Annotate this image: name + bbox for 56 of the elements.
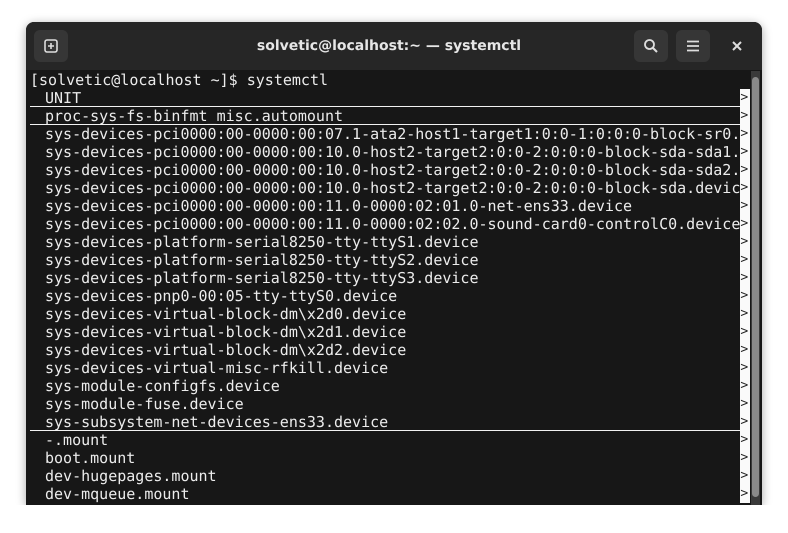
plus-square-icon [43, 38, 59, 54]
new-tab-button[interactable] [34, 30, 68, 62]
truncation-marker: > [740, 449, 750, 467]
truncation-marker: > [740, 143, 750, 161]
menu-button[interactable] [676, 30, 710, 62]
scrollbar-thumb[interactable] [752, 77, 760, 497]
truncation-marker: > [740, 179, 750, 197]
unit-name: sys-devices-pci0000:00-0000:00:07.1-ata2-host1-target1:0:0-1:0:0:0-block-sr0. [45, 125, 740, 143]
unit-name: sys-devices-platform-serial8250-tty-ttyS2.device [45, 251, 478, 269]
menu-icon [686, 40, 700, 52]
truncation-marker: > [740, 305, 750, 323]
truncation-marker: > [740, 251, 750, 269]
truncation-marker: > [740, 215, 750, 233]
window-title: solvetic@localhost:~ — systemctl [256, 38, 522, 54]
unit-name: sys-module-fuse.device [45, 395, 244, 413]
unit-name: -.mount [45, 431, 108, 449]
truncation-marker: > [740, 341, 750, 359]
unit-name: sys-devices-virtual-block-dm\x2d0.device [45, 305, 406, 323]
unit-name: sys-devices-pci0000:00-0000:00:10.0-host2-target2:0:0-2:0:0:0-block-sda-sda2. [45, 161, 740, 179]
truncation-marker: > [740, 89, 750, 107]
unit-name: sys-devices-platform-serial8250-tty-ttyS3.device [45, 269, 478, 287]
truncation-marker: > [740, 161, 750, 179]
truncation-marker: > [740, 197, 750, 215]
truncation-marker: > [740, 269, 750, 287]
unit-name: dev-hugepages.mount [45, 467, 217, 485]
unit-name: sys-devices-virtual-block-dm\x2d1.device [45, 323, 406, 341]
unit-name: sys-devices-virtual-misc-rfkill.device [45, 359, 388, 377]
unit-name: sys-devices-pnp0-00:05-tty-ttyS0.device [45, 287, 398, 305]
unit-name: sys-devices-pci0000:00-0000:00:10.0-host2-target2:0:0-2:0:0:0-block-sda-sda1. [45, 143, 740, 161]
truncation-marker: > [740, 125, 750, 143]
truncation-marker: > [740, 395, 750, 413]
unit-name: sys-devices-pci0000:00-0000:00:10.0-host2-target2:0:0-2:0:0:0-block-sda.devic [45, 179, 740, 197]
truncation-marker: > [740, 431, 750, 449]
truncation-marker: > [740, 413, 750, 431]
search-button[interactable] [634, 30, 668, 62]
close-icon [732, 41, 742, 51]
command-line: [solvetic@localhost ~]$ systemctl [30, 71, 328, 89]
search-icon [643, 38, 659, 54]
truncation-marker: > [740, 287, 750, 305]
unit-name: sys-module-configfs.device [45, 377, 280, 395]
truncation-marker: > [740, 377, 750, 395]
unit-name: sys-devices-pci0000:00-0000:00:11.0-0000:02:02.0-sound-card0-controlC0.device [45, 215, 740, 233]
truncation-marker: > [740, 233, 750, 251]
unit-name: dev-mqueue.mount [45, 485, 190, 503]
truncation-marker: > [740, 323, 750, 341]
unit-name: sys-devices-platform-serial8250-tty-ttyS1.device [45, 233, 478, 251]
scrollbar[interactable] [751, 71, 760, 505]
truncation-marker: > [740, 107, 750, 125]
truncation-marker: > [740, 485, 750, 503]
unit-name: sys-subsystem-net-devices-ens33.device [45, 413, 388, 430]
truncation-marker: > [740, 467, 750, 485]
unit-name: boot.mount [45, 449, 136, 467]
truncation-marker: > [740, 359, 750, 377]
unit-name: sys-devices-pci0000:00-0000:00:11.0-0000:02:01.0-net-ens33.device [45, 197, 632, 215]
unit-name: sys-devices-virtual-block-dm\x2d2.device [45, 341, 406, 359]
unit-name: UNIT [45, 89, 82, 106]
